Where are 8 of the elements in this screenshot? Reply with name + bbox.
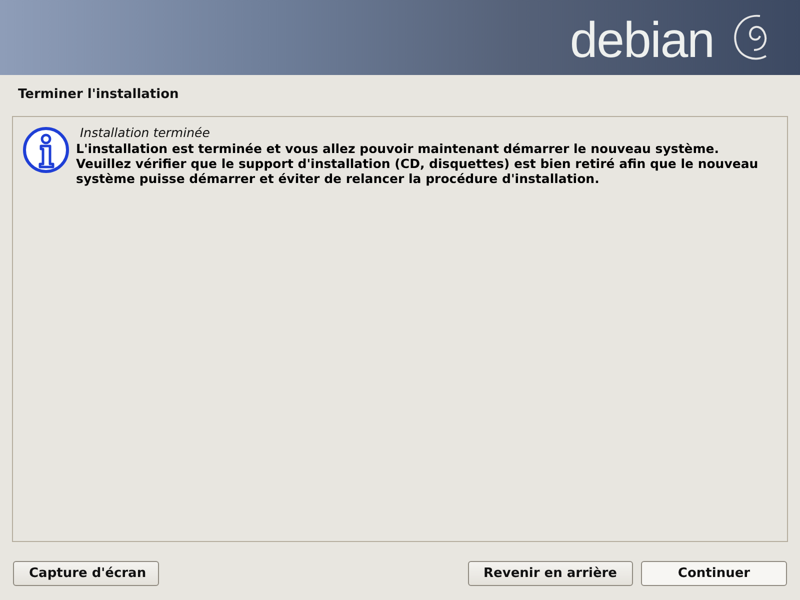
step-title: Terminer l'installation — [17, 86, 180, 104]
info-icon — [22, 126, 70, 174]
continue-button[interactable]: Continuer — [641, 561, 787, 586]
message-title: Installation terminée — [79, 125, 211, 141]
message-text: L'installation est terminée et vous allez pouvoir maintenant démarrer le nouveau système. Veuillez vérifier que le support d'installation (CD, disquettes) est bien retiré afin que le nouveau système puisse démarrer et éviter de relancer la procédure d'installation. — [76, 141, 758, 186]
back-button[interactable]: Revenir en arrière — [468, 561, 633, 586]
screenshot-button[interactable]: Capture d'écran — [13, 561, 159, 586]
debian-logo: debian — [570, 14, 714, 64]
